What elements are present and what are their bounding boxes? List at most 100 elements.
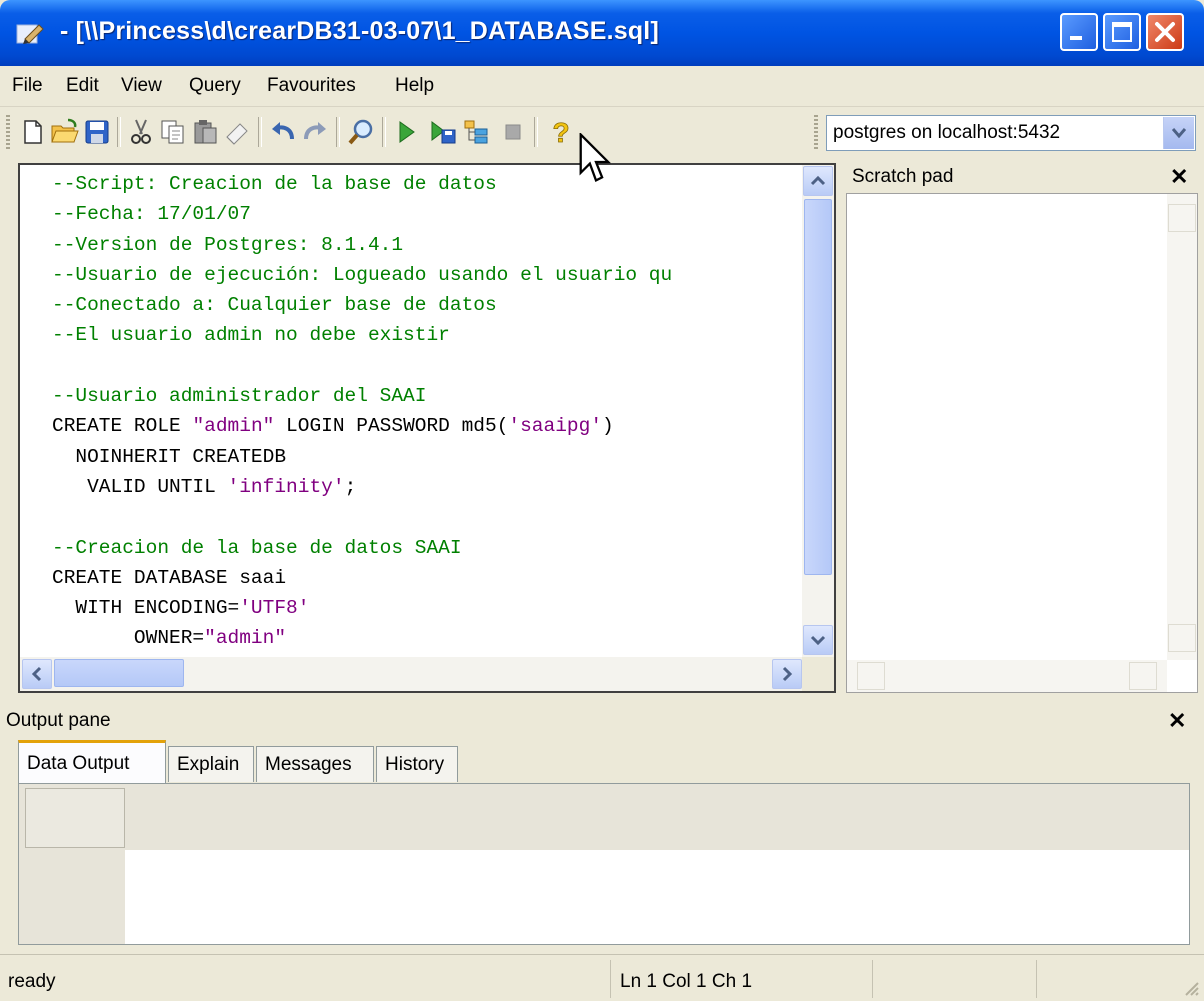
scroll-up-button[interactable] (803, 166, 833, 196)
tab-data-output[interactable]: Data Output (18, 740, 166, 784)
horizontal-scroll-thumb[interactable] (54, 659, 184, 687)
clear-button[interactable] (222, 117, 252, 147)
code-line[interactable]: OWNER="admin" (52, 623, 804, 653)
find-button[interactable] (346, 117, 376, 147)
tab-explain[interactable]: Explain (168, 746, 254, 782)
code-comment: --Conectado a: Cualquier base de datos (52, 294, 497, 317)
scroll-down-button[interactable] (803, 625, 833, 655)
toolbar-separator (117, 117, 121, 147)
chevron-right-icon (782, 666, 793, 682)
new-file-icon (24, 120, 42, 144)
cancel-query-icon (505, 124, 521, 140)
code-line[interactable]: --Conectado a: Cualquier base de datos (52, 290, 804, 320)
menu-edit[interactable]: Edit (66, 75, 99, 97)
scratch-scroll-right-button[interactable] (1129, 662, 1157, 690)
find-icon (348, 119, 373, 145)
explain-button[interactable] (462, 117, 492, 147)
scratch-pad-close-icon[interactable]: ✕ (1170, 164, 1188, 190)
code-line[interactable]: --Creacion de la base de datos SAAI (52, 533, 804, 563)
code-comment: --Version de Postgres: 8.1.4.1 (52, 233, 404, 256)
output-pane-close-icon[interactable]: ✕ (1168, 708, 1186, 734)
redo-button[interactable] (300, 117, 330, 147)
menu-help[interactable]: Help (395, 75, 434, 97)
code-line[interactable]: --Version de Postgres: 8.1.4.1 (52, 230, 804, 260)
data-output-grid[interactable] (18, 783, 1190, 945)
execute-button[interactable] (392, 117, 422, 147)
resize-grip-icon[interactable] (1182, 979, 1200, 997)
window-title: - [\\Princess\d\crearDB31-03-07\1_DATABA… (60, 17, 659, 45)
save-button[interactable] (82, 117, 112, 147)
open-button[interactable] (50, 117, 80, 147)
chevron-down-icon (810, 635, 826, 646)
menu-view[interactable]: View (121, 75, 162, 97)
code-line[interactable] (52, 502, 804, 532)
code-text: ) (602, 415, 614, 438)
code-line[interactable]: VALID UNTIL 'infinity'; (52, 472, 804, 502)
scratch-horizontal-scrollbar[interactable] (847, 660, 1167, 692)
code-string: 'UTF8' (239, 597, 310, 620)
code-line[interactable]: --Fecha: 17/01/07 (52, 199, 804, 229)
close-button[interactable] (1146, 13, 1184, 51)
scratch-scroll-left-button[interactable] (857, 662, 885, 690)
code-line[interactable]: --El usuario admin no debe existir (52, 320, 804, 350)
editor-horizontal-scrollbar[interactable] (20, 657, 804, 691)
tab-history[interactable]: History (376, 746, 458, 782)
connection-select[interactable]: postgres on localhost:5432 (826, 115, 1196, 151)
code-text: LOGIN PASSWORD md5( (274, 415, 509, 438)
code-line[interactable]: TEMPLATE template0 --Template para base … (52, 654, 804, 656)
code-text: NOINHERIT CREATEDB (52, 445, 287, 468)
toolbar-separator (258, 117, 262, 147)
cut-icon (131, 119, 151, 144)
copy-button[interactable] (158, 117, 188, 147)
toolbar-grip[interactable] (814, 115, 818, 149)
scratch-scroll-up-button[interactable] (1168, 204, 1196, 232)
close-icon (1155, 22, 1175, 42)
scratch-vertical-scrollbar[interactable] (1167, 194, 1197, 660)
sql-code-area[interactable]: --Script: Creacion de la base de datos --… (52, 169, 804, 656)
menu-query[interactable]: Query (189, 75, 241, 97)
code-line[interactable]: NOINHERIT CREATEDB (52, 442, 804, 472)
code-line[interactable]: CREATE DATABASE saai (52, 563, 804, 593)
menu-favourites[interactable]: Favourites (267, 75, 356, 97)
status-divider (610, 960, 611, 998)
scratch-pad[interactable] (846, 193, 1198, 693)
code-line[interactable]: --Usuario de ejecución: Logueado usando … (52, 260, 804, 290)
pgadmin-query-window: - [\\Princess\d\crearDB31-03-07\1_DATABA… (0, 0, 1204, 1001)
toolbar-grip[interactable] (6, 115, 10, 149)
tab-messages[interactable]: Messages (256, 746, 374, 782)
minimize-icon (1070, 36, 1082, 40)
scroll-right-button[interactable] (772, 659, 802, 689)
help-button[interactable]: ? (546, 117, 576, 149)
new-file-button[interactable] (18, 117, 48, 147)
sql-editor[interactable]: --Script: Creacion de la base de datos --… (18, 163, 836, 693)
redo-icon (304, 122, 326, 140)
vertical-scroll-thumb[interactable] (804, 199, 832, 575)
pencil-icon (16, 24, 44, 44)
scroll-left-button[interactable] (22, 659, 52, 689)
connection-dropdown-button[interactable] (1163, 117, 1194, 149)
code-line[interactable] (52, 351, 804, 381)
code-string: "admin" (204, 627, 287, 650)
menu-file[interactable]: File (12, 75, 43, 97)
maximize-icon (1112, 22, 1132, 42)
execute-to-file-button[interactable] (428, 117, 458, 147)
undo-button[interactable] (268, 117, 298, 147)
svg-text:?: ? (552, 117, 569, 147)
code-line[interactable]: WITH ENCODING='UTF8' (52, 593, 804, 623)
editor-vertical-scrollbar[interactable] (802, 165, 834, 657)
cut-button[interactable] (126, 117, 156, 147)
code-comment: --Usuario administrador del SAAI (52, 385, 427, 408)
minimize-button[interactable] (1060, 13, 1098, 51)
scratch-scroll-down-button[interactable] (1168, 624, 1196, 652)
copy-icon (161, 120, 184, 144)
code-comment: --Creacion de la base de datos SAAI (52, 536, 462, 559)
maximize-button[interactable] (1103, 13, 1141, 51)
code-line[interactable]: --Usuario administrador del SAAI (52, 381, 804, 411)
paste-button[interactable] (190, 117, 220, 147)
mouse-pointer-icon (579, 133, 612, 183)
grid-corner-cell[interactable] (25, 788, 125, 848)
code-line[interactable]: --Script: Creacion de la base de datos (52, 169, 804, 199)
code-line[interactable]: CREATE ROLE "admin" LOGIN PASSWORD md5('… (52, 411, 804, 441)
cancel-query-button[interactable] (498, 117, 528, 147)
title-bar[interactable]: - [\\Princess\d\crearDB31-03-07\1_DATABA… (0, 0, 1204, 66)
